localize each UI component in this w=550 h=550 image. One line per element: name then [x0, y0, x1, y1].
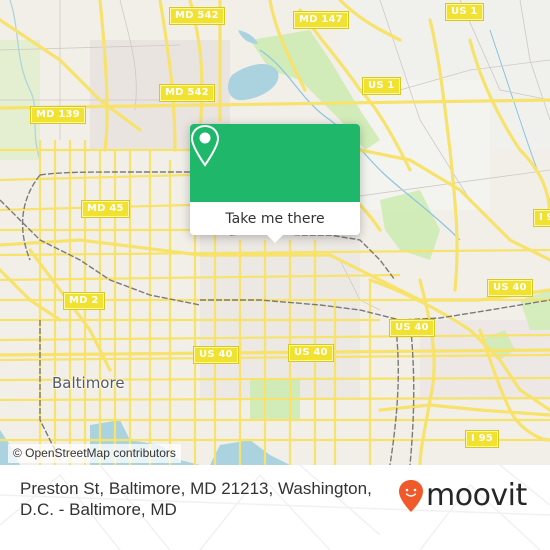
city-label-baltimore: Baltimore [52, 374, 125, 392]
map[interactable]: MD 542 MD 147 US 1 MD 542 US 1 MD 139 MD… [0, 0, 550, 465]
route-shield: US 40 [193, 346, 239, 364]
moovit-logo[interactable]: moovit [398, 479, 527, 513]
route-shield: MD 139 [30, 106, 86, 124]
route-shield: MD 542 [169, 7, 225, 25]
route-shield: MD 2 [63, 292, 105, 310]
location-popup: Take me there [190, 124, 360, 243]
route-shield: MD 45 [81, 200, 130, 218]
route-shield: US 1 [445, 3, 484, 21]
route-shield: I 95 [465, 430, 499, 448]
route-shield: US 40 [487, 279, 533, 297]
popup-header [190, 124, 360, 202]
popup-pointer [267, 235, 283, 243]
route-shield: US 1 [362, 77, 401, 95]
take-me-there-button[interactable]: Take me there [190, 202, 360, 235]
osm-attribution[interactable]: © OpenStreetMap contributors [8, 444, 181, 463]
route-shield: US 40 [389, 319, 435, 337]
route-shield: I 95 [533, 209, 550, 227]
map-pin-icon [190, 124, 220, 167]
moovit-pin-icon [399, 480, 423, 512]
address-text: Preston St, Baltimore, MD 21213, Washing… [20, 479, 372, 519]
footer: Preston St, Baltimore, MD 21213, Washing… [0, 465, 550, 550]
route-shield: US 40 [288, 344, 334, 362]
route-shield: MD 542 [159, 84, 215, 102]
brand-wordmark: moovit [426, 478, 527, 513]
route-shield: MD 147 [293, 11, 349, 29]
